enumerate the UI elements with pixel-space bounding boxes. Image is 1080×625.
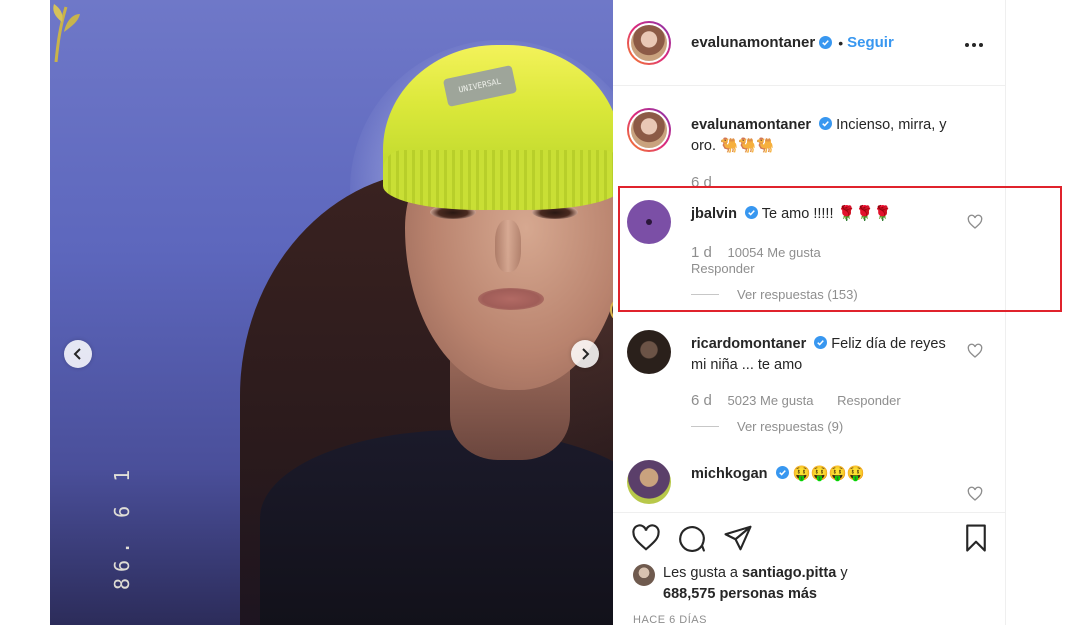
comment-text-block: ricardomontaner Feliz día de reyes mi ni… [691, 334, 961, 376]
heart-icon[interactable] [631, 523, 661, 553]
verified-icon [814, 336, 828, 349]
next-photo-button[interactable] [571, 340, 599, 368]
lips [478, 288, 544, 310]
beanie-cuff [383, 150, 613, 210]
post-actions: Les gusta a santiago.pitta y 688,575 per… [613, 512, 1006, 625]
bookmark-icon[interactable] [961, 523, 991, 553]
post-side-panel: evalunamontaner • Seguir evalunamontaner… [613, 0, 1006, 625]
caption-username[interactable]: evalunamontaner [691, 117, 811, 133]
verified-icon [775, 466, 789, 479]
liked-by-text: Les gusta a santiago.pitta y 688,575 per… [663, 563, 848, 605]
comment-avatar[interactable] [627, 330, 671, 374]
liked-by: Les gusta a santiago.pitta y 688,575 per… [633, 563, 848, 605]
comment-username[interactable]: ricardomontaner [691, 336, 806, 352]
highlight-annotation [618, 186, 1062, 312]
liked-by-user[interactable]: santiago.pitta [742, 565, 836, 581]
verified-icon [819, 117, 833, 130]
post-photo[interactable]: UNIVERSAL 86. 6 1 [50, 0, 613, 625]
heart-icon[interactable] [967, 486, 983, 502]
previous-photo-button[interactable] [64, 340, 92, 368]
follow-button[interactable]: Seguir [847, 34, 894, 51]
chevron-right-icon [582, 348, 590, 360]
more-icon [965, 34, 986, 51]
heart-icon[interactable] [967, 343, 983, 359]
comment-likes[interactable]: 5023 Me gusta [727, 393, 813, 408]
view-replies-button[interactable]: Ver respuestas (9) [691, 419, 843, 434]
nose [495, 220, 521, 272]
author-username[interactable]: evalunamontaner [691, 34, 815, 51]
chevron-left-icon [73, 348, 81, 360]
post-date[interactable]: HACE 6 DÍAS [633, 614, 707, 625]
comment-time: 6 d [691, 392, 712, 409]
caption-avatar[interactable] [627, 108, 671, 152]
caption-text-block: evalunamontaner Incienso, mirra, y oro. … [691, 115, 961, 157]
view-replies-label: Ver respuestas (9) [737, 419, 844, 434]
separator-dot: • [838, 34, 844, 51]
plant-decoration [53, 4, 80, 62]
post-header: evalunamontaner • Seguir [613, 0, 1005, 86]
comment-username[interactable]: michkogan [691, 466, 768, 482]
more-options-button[interactable] [965, 34, 987, 50]
liked-by-prefix: Les gusta a [663, 565, 738, 581]
verified-icon [819, 36, 833, 49]
comment-text: 🤑🤑🤑🤑 [792, 466, 865, 482]
liker-avatar[interactable] [633, 564, 655, 586]
comment-icon[interactable] [677, 523, 707, 553]
date-stamp: 86. 6 1 [110, 463, 134, 590]
likes-count[interactable]: 688,575 personas más [663, 586, 817, 602]
comment-text-block: michkogan 🤑🤑🤑🤑 [691, 464, 961, 485]
sweater [260, 430, 613, 625]
comment-avatar[interactable] [627, 460, 671, 504]
reply-button[interactable]: Responder [837, 393, 901, 408]
comment-meta: 6 d 5023 Me gusta Responder [691, 392, 901, 409]
liked-by-suffix: y [840, 565, 848, 581]
author-avatar[interactable] [627, 20, 671, 65]
divider-line [691, 426, 719, 427]
share-icon[interactable] [723, 523, 753, 553]
